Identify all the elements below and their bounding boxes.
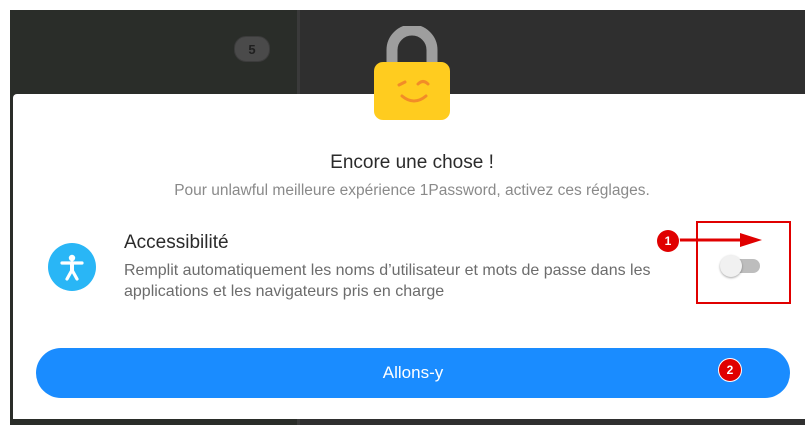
annotation-marker-1: 1 (657, 230, 679, 252)
accessibility-description: Remplit automatiquement les noms d’utili… (124, 262, 651, 300)
accessibility-icon (48, 243, 96, 291)
arrow-right-icon (678, 233, 762, 247)
accessibility-title: Accessibilité (124, 232, 229, 253)
dialog-subtitle: Pour unlawful meilleure expérience 1Pass… (174, 182, 650, 199)
dialog-title: Encore une chose ! (330, 152, 494, 173)
annotation-marker-2: 2 (719, 359, 741, 381)
count-badge: 5 (234, 36, 270, 62)
lock-logo-icon (374, 24, 450, 120)
continue-button[interactable]: Allons-y (36, 348, 790, 398)
